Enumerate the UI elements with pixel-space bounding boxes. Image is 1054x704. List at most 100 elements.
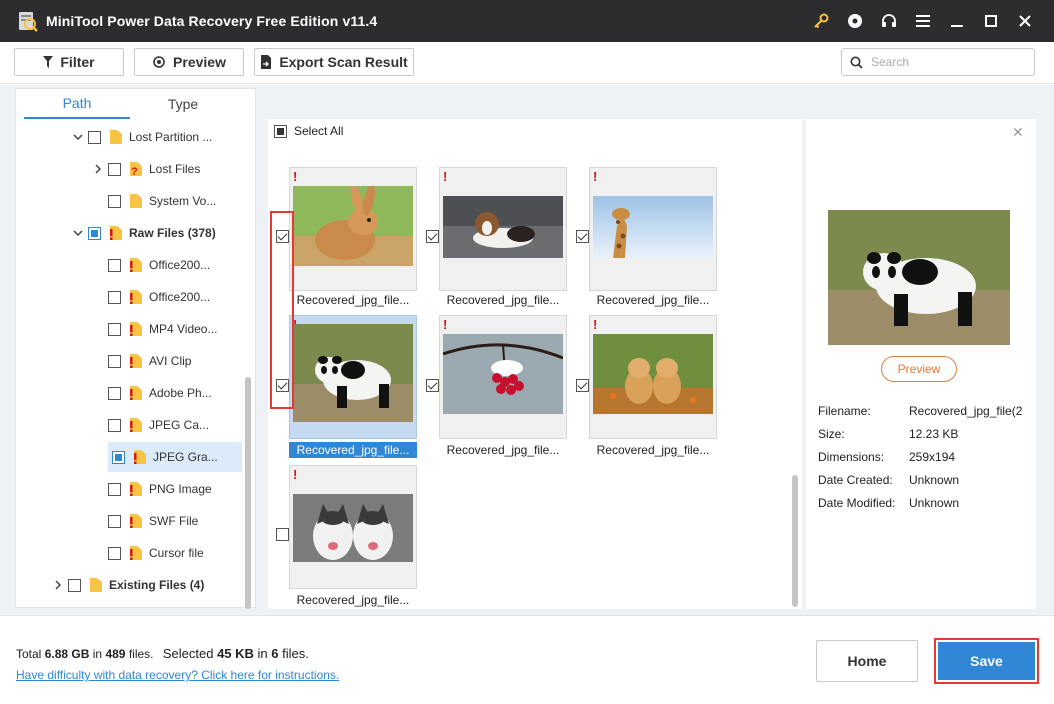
svg-text:?: ? [131, 166, 138, 177]
tree-item-cursor-file[interactable]: Cursor file [92, 538, 248, 568]
select-all[interactable]: Select All [274, 124, 343, 138]
save-button[interactable]: Save [938, 642, 1035, 680]
tree-checkbox[interactable] [112, 450, 125, 464]
info-date-modified: Date Modified: Unknown [818, 496, 1027, 510]
close-preview-icon[interactable]: ✕ [1012, 124, 1024, 141]
info-filename: Filename: Recovered_jpg_file(2 [818, 404, 1027, 418]
tree-item-label: JPEG Ca... [149, 418, 210, 432]
chevron-down-icon[interactable] [72, 227, 84, 239]
tree-scrollbar[interactable] [245, 377, 251, 609]
headset-icon[interactable] [872, 0, 906, 42]
grid-scrollbar[interactable] [792, 475, 798, 607]
search-icon [850, 56, 863, 69]
title-bar: MiniTool Power Data Recovery Free Editio… [0, 0, 1054, 42]
home-button[interactable]: Home [816, 640, 918, 682]
filter-icon [43, 56, 54, 68]
selected-in: in [257, 646, 268, 661]
tree-item-existing-files[interactable]: Existing Files (4) [52, 570, 242, 600]
tree-item-adobe-photoshop[interactable]: Adobe Ph... [92, 378, 248, 408]
thumbnail-berries[interactable]: ! [439, 315, 567, 439]
folder-icon [109, 129, 123, 145]
tree-item-raw-files[interactable]: Raw Files (378) [72, 218, 248, 248]
tree-item-office-1[interactable]: Office200... [92, 250, 248, 280]
preview-file-button[interactable]: Preview [881, 356, 957, 382]
thumbnail-checkbox[interactable] [426, 379, 439, 392]
huskies-image [293, 494, 413, 562]
folder-icon [129, 193, 143, 209]
tree-item-mp4-video[interactable]: MP4 Video... [92, 314, 248, 344]
thumbnail-checkbox[interactable] [576, 230, 589, 243]
tree-item-label: Raw Files (378) [129, 226, 216, 240]
folder-warning-icon [129, 545, 143, 561]
tree-item-avi-clip[interactable]: AVI Clip [92, 346, 248, 376]
tree-checkbox[interactable] [108, 514, 121, 528]
tab-type[interactable]: Type [130, 89, 236, 119]
tree-checkbox[interactable] [88, 226, 101, 240]
search-input[interactable] [871, 55, 1021, 69]
thumbnail-puppy[interactable]: ! [439, 167, 567, 291]
total-size: 6.88 GB [44, 647, 90, 661]
tree-checkbox[interactable] [108, 258, 121, 272]
menu-icon[interactable] [906, 0, 940, 42]
info-size: Size: 12.23 KB [818, 427, 1027, 441]
thumbnail-checkbox[interactable] [426, 230, 439, 243]
dogs-image [593, 334, 713, 414]
tree-item-label: Office200... [149, 290, 211, 304]
tree-item-lost-files[interactable]: ? Lost Files [92, 154, 248, 184]
tree-checkbox[interactable] [108, 194, 121, 208]
total-in: in [92, 647, 103, 661]
eye-icon [153, 56, 165, 68]
thumbnail-checkbox[interactable] [276, 528, 289, 541]
filter-button[interactable]: Filter [14, 48, 124, 76]
tree-checkbox[interactable] [108, 162, 121, 176]
tree-checkbox[interactable] [108, 386, 121, 400]
chevron-down-icon[interactable] [72, 131, 84, 143]
chevron-right-icon[interactable] [92, 163, 104, 175]
export-scan-result-button[interactable]: Export Scan Result [254, 48, 414, 76]
key-icon[interactable] [804, 0, 838, 42]
tree-checkbox[interactable] [108, 546, 121, 560]
puppy-image [443, 196, 563, 258]
tree-checkbox[interactable] [68, 578, 81, 592]
panda-image [293, 324, 413, 422]
warning-icon: ! [443, 169, 448, 184]
thumbnail-label: Recovered_jpg_file... [596, 443, 710, 457]
chevron-right-icon[interactable] [52, 579, 64, 591]
folder-icon [89, 577, 103, 593]
tree-item-png-image[interactable]: PNG Image [92, 474, 248, 504]
preview-button[interactable]: Preview [134, 48, 244, 76]
select-all-checkbox[interactable] [274, 124, 287, 138]
thumbnail-rabbit[interactable]: ! [289, 167, 417, 291]
thumbnail-grid: Select All ! Recovered_jpg_file... ! Rec… [268, 119, 802, 609]
thumbnail-checkbox[interactable] [576, 379, 589, 392]
tree-checkbox[interactable] [108, 354, 121, 368]
tree-item-system-volume[interactable]: System Vo... [92, 186, 248, 216]
thumbnail-giraffe[interactable]: ! [589, 167, 717, 291]
tree-checkbox[interactable] [108, 418, 121, 432]
tree-item-swf-file[interactable]: SWF File [92, 506, 248, 536]
help-link[interactable]: Have difficulty with data recovery? Clic… [16, 668, 339, 682]
search-box[interactable] [841, 48, 1035, 76]
main-area: Path Type Lost Partition ... ? Lost File… [0, 85, 1054, 615]
info-dimensions: Dimensions: 259x194 [818, 450, 1027, 464]
scan-summary: Total 6.88 GB in 489 files. Selected 45 … [16, 646, 309, 661]
minimize-icon[interactable] [940, 0, 974, 42]
tree-item-lost-partition[interactable]: Lost Partition ... [72, 122, 248, 152]
selected-prefix: Selected [162, 646, 214, 661]
tree-checkbox[interactable] [108, 322, 121, 336]
date-modified-key: Date Modified: [818, 496, 896, 510]
tree-checkbox[interactable] [88, 130, 101, 144]
tab-path[interactable]: Path [24, 89, 130, 119]
close-icon[interactable] [1008, 0, 1042, 42]
tree-item-jpeg-camera[interactable]: JPEG Ca... [92, 410, 248, 440]
tree-item-jpeg-graphics[interactable]: JPEG Gra... [108, 442, 242, 472]
thumbnail-huskies[interactable]: ! [289, 465, 417, 589]
maximize-icon[interactable] [974, 0, 1008, 42]
thumbnail-panda[interactable]: ! [289, 315, 417, 439]
disc-icon[interactable] [838, 0, 872, 42]
tree-checkbox[interactable] [108, 290, 121, 304]
tree-checkbox[interactable] [108, 482, 121, 496]
thumbnail-label: Recovered_jpg_file... [296, 293, 410, 307]
thumbnail-dogs[interactable]: ! [589, 315, 717, 439]
tree-item-office-2[interactable]: Office200... [92, 282, 248, 312]
